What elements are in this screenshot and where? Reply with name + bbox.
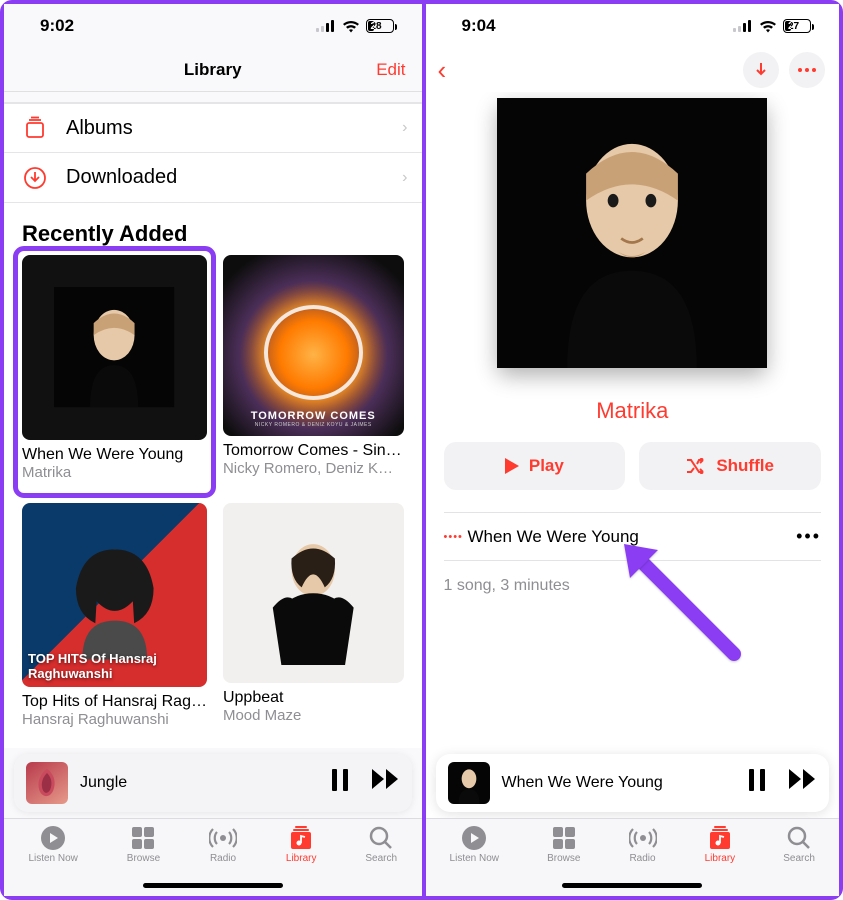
- tab-browse[interactable]: Browse: [127, 825, 160, 864]
- battery-icon: 28: [366, 19, 394, 33]
- album-artist: Nicky Romero, Deniz K…: [223, 460, 404, 477]
- tab-bar: Listen Now Browse Radio Library Search: [426, 818, 840, 896]
- track-name: When We Were Young: [468, 527, 822, 547]
- grid-icon: [129, 825, 157, 851]
- home-indicator[interactable]: [143, 883, 283, 888]
- cover-text: TOP HITS Of Hansraj Raghuwanshi: [28, 652, 201, 682]
- section-title: Recently Added: [4, 203, 422, 255]
- search-icon: [785, 825, 813, 851]
- album-artist: Mood Maze: [223, 707, 404, 724]
- tab-bar: Listen Now Browse Radio Library Search: [4, 818, 422, 896]
- download-button[interactable]: [743, 52, 779, 88]
- forward-icon[interactable]: [789, 769, 817, 797]
- search-icon: [367, 825, 395, 851]
- album-detail-screen: 9:04 27 ‹ Matrika: [422, 4, 840, 896]
- cover-sub: NICKY ROMERO & DENIZ KOYU & JAIMES: [255, 422, 372, 428]
- library-icon: [287, 825, 315, 851]
- tab-search[interactable]: Search: [365, 825, 397, 864]
- mini-player-artwork: [448, 762, 490, 804]
- more-button[interactable]: [789, 52, 825, 88]
- now-playing-icon: ••••: [444, 531, 468, 543]
- album-artwork: TOMORROW COMES NICKY ROMERO & DENIZ KOYU…: [223, 255, 404, 436]
- albums-icon: [22, 115, 48, 141]
- mini-player[interactable]: When We Were Young: [436, 754, 830, 812]
- play-button[interactable]: Play: [444, 442, 626, 490]
- battery-icon: 27: [783, 19, 811, 33]
- album-artwork-large: [497, 98, 767, 368]
- back-button[interactable]: ‹: [438, 55, 447, 86]
- home-indicator[interactable]: [562, 883, 702, 888]
- list-item-downloaded[interactable]: Downloaded ›: [4, 153, 422, 203]
- mini-player[interactable]: Jungle: [14, 754, 412, 812]
- list-item-label: Albums: [66, 117, 384, 140]
- cellular-icon: [316, 20, 336, 32]
- album-artwork: TOP HITS Of Hansraj Raghuwanshi: [22, 503, 207, 688]
- library-icon: [706, 825, 734, 851]
- album-title: Top Hits of Hansraj Rag…: [22, 693, 207, 711]
- album-card[interactable]: When We Were Young Matrika: [18, 251, 211, 493]
- album-artwork: [22, 255, 207, 440]
- play-circle-icon: [460, 825, 488, 851]
- chevron-right-icon: ›: [402, 119, 407, 137]
- list-item-albums[interactable]: Albums ›: [4, 103, 422, 153]
- page-title: Library: [184, 60, 242, 80]
- cellular-icon: [733, 20, 753, 32]
- chevron-right-icon: ›: [402, 169, 407, 187]
- play-circle-icon: [39, 825, 67, 851]
- shuffle-button[interactable]: Shuffle: [639, 442, 821, 490]
- forward-icon[interactable]: [372, 769, 400, 797]
- download-icon: [22, 165, 48, 191]
- list-item-label: Downloaded: [66, 166, 384, 189]
- album-title: Tomorrow Comes - Sin…: [223, 442, 404, 460]
- radio-icon: [209, 825, 237, 851]
- wifi-icon: [759, 20, 777, 33]
- album-card[interactable]: TOMORROW COMES NICKY ROMERO & DENIZ KOYU…: [223, 255, 404, 489]
- tab-radio[interactable]: Radio: [629, 825, 657, 864]
- tab-listen-now[interactable]: Listen Now: [28, 825, 77, 864]
- track-list: •••• When We Were Young •••: [444, 512, 822, 561]
- edit-button[interactable]: Edit: [376, 60, 405, 80]
- tab-browse[interactable]: Browse: [547, 825, 580, 864]
- tab-search[interactable]: Search: [783, 825, 815, 864]
- track-row[interactable]: •••• When We Were Young •••: [444, 513, 822, 561]
- nav-header: Library Edit: [4, 48, 422, 92]
- album-summary: 1 song, 3 minutes: [444, 577, 822, 595]
- pause-icon[interactable]: [330, 769, 350, 797]
- album-card[interactable]: TOP HITS Of Hansraj Raghuwanshi Top Hits…: [22, 503, 207, 737]
- status-bar: 9:02 28: [4, 4, 422, 48]
- track-more-button[interactable]: •••: [796, 526, 821, 547]
- mini-player-artwork: [26, 762, 68, 804]
- tab-library[interactable]: Library: [705, 825, 736, 864]
- status-time: 9:02: [40, 16, 74, 36]
- album-artwork: [223, 503, 404, 684]
- radio-icon: [629, 825, 657, 851]
- cover-text: TOMORROW COMES: [251, 410, 376, 422]
- nav-header: ‹: [426, 48, 840, 92]
- status-time: 9:04: [462, 16, 496, 36]
- tab-library[interactable]: Library: [286, 825, 317, 864]
- mini-player-title: When We Were Young: [502, 774, 736, 792]
- recently-added-grid: When We Were Young Matrika TOMORROW COME…: [4, 255, 422, 748]
- tab-radio[interactable]: Radio: [209, 825, 237, 864]
- mini-player-title: Jungle: [80, 774, 318, 792]
- album-artist: Hansraj Raghuwanshi: [22, 711, 207, 728]
- library-screen: 9:02 28 Library Edit Albums ›: [4, 4, 422, 896]
- tab-listen-now[interactable]: Listen Now: [450, 825, 499, 864]
- wifi-icon: [342, 20, 360, 33]
- grid-icon: [550, 825, 578, 851]
- pause-icon[interactable]: [747, 769, 767, 797]
- status-bar: 9:04 27: [426, 4, 840, 48]
- album-title: Uppbeat: [223, 689, 404, 707]
- album-title: When We Were Young: [22, 446, 207, 464]
- album-artist: Matrika: [22, 464, 207, 481]
- album-card[interactable]: Uppbeat Mood Maze: [223, 503, 404, 737]
- artist-name[interactable]: Matrika: [596, 398, 668, 424]
